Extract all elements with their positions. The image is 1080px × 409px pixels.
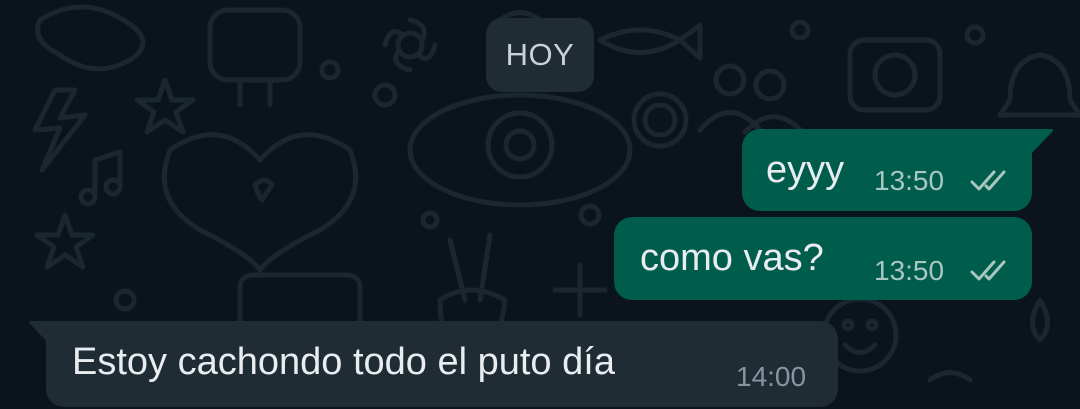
message-time: 13:50	[874, 165, 945, 196]
message-text: eyyy	[766, 149, 845, 191]
double-check-icon	[970, 260, 1006, 281]
double-check-icon	[970, 170, 1006, 191]
date-chip-label: HOY	[505, 37, 575, 72]
message-text: como vas?	[640, 237, 824, 279]
message-time: 13:50	[874, 255, 945, 286]
message-time: 14:00	[736, 361, 807, 392]
date-chip: HOY	[486, 18, 594, 92]
chat-view[interactable]: HOY eyyy 13:50 como vas? 13:50 Estoy cac…	[0, 0, 1080, 409]
message-bubble-outgoing[interactable]: como vas? 13:50	[614, 217, 1032, 300]
message-bubble-outgoing[interactable]: eyyy 13:50	[742, 129, 1032, 211]
message-text: Estoy cachondo todo el puto día	[72, 341, 615, 383]
message-bubble-incoming[interactable]: Estoy cachondo todo el puto día 14:00	[46, 321, 838, 407]
